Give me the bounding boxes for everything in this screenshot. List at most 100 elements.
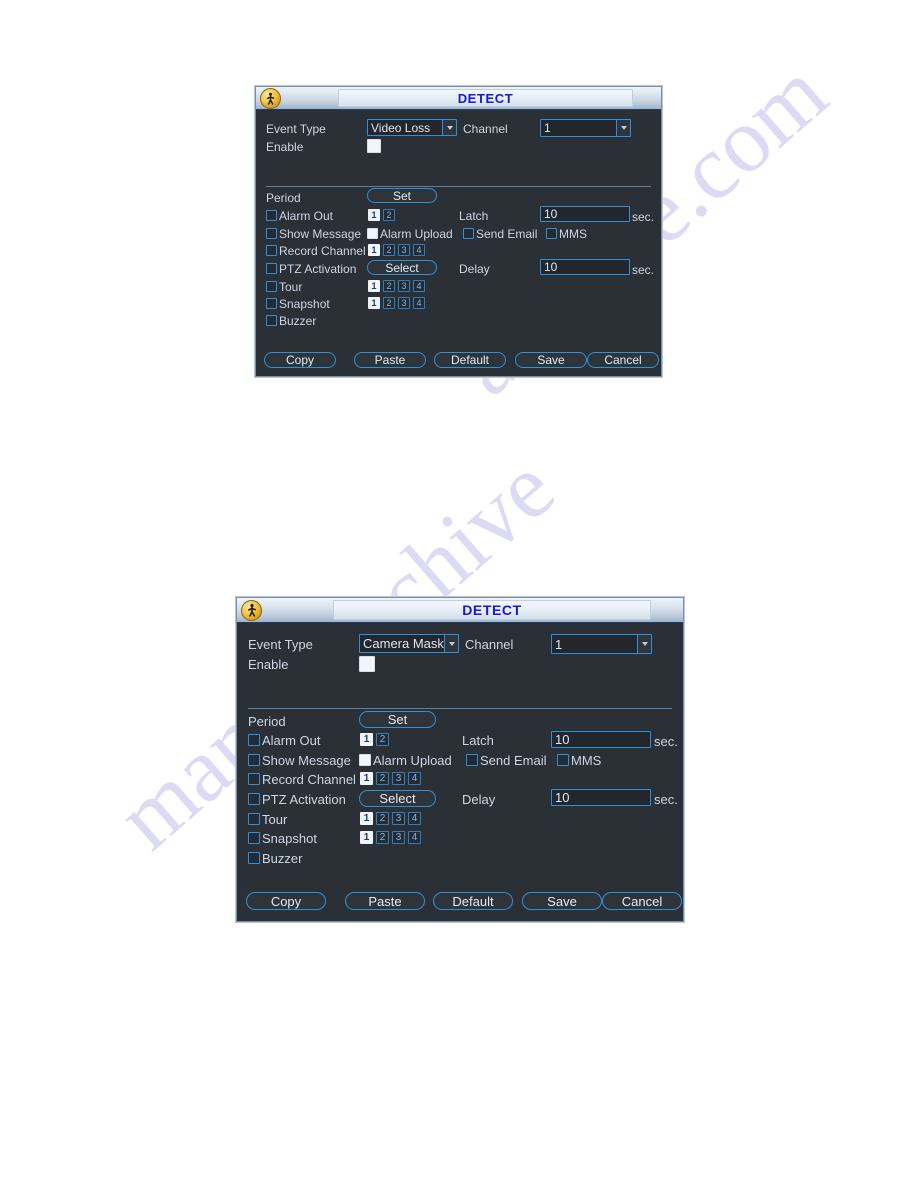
enable-checkbox[interactable]	[359, 656, 375, 672]
channel-dropdown[interactable]: 1	[540, 119, 631, 137]
buzzer-checkbox[interactable]	[248, 852, 260, 864]
record-channel-3[interactable]: 3	[398, 244, 410, 256]
tour-checkbox[interactable]	[266, 281, 277, 292]
walking-person-icon	[241, 599, 262, 621]
snapshot-channel-4[interactable]: 4	[408, 831, 421, 844]
snapshot-channel-1[interactable]: 1	[368, 297, 380, 309]
alarm-upload-label: Alarm Upload	[380, 227, 453, 241]
period-set-button[interactable]: Set	[359, 711, 436, 728]
dialog-body: Event Type Camera Maski Channel 1 Enable…	[237, 623, 683, 921]
snapshot-checkbox[interactable]	[266, 298, 277, 309]
channel-value: 1	[544, 121, 551, 135]
copy-button[interactable]: Copy	[246, 892, 326, 910]
enable-checkbox[interactable]	[367, 139, 381, 153]
tour-channel-3[interactable]: 3	[398, 280, 410, 292]
chevron-down-icon[interactable]	[444, 635, 458, 652]
snapshot-channel-2[interactable]: 2	[376, 831, 389, 844]
snapshot-channel-4[interactable]: 4	[413, 297, 425, 309]
paste-button[interactable]: Paste	[354, 352, 426, 368]
send-email-checkbox[interactable]	[463, 228, 474, 239]
delay-label: Delay	[462, 792, 496, 807]
default-button[interactable]: Default	[434, 352, 506, 368]
ptz-select-button[interactable]: Select	[367, 260, 437, 275]
tour-label: Tour	[262, 812, 288, 827]
paste-button[interactable]: Paste	[345, 892, 425, 910]
ptz-select-button[interactable]: Select	[359, 790, 436, 807]
event-type-label: Event Type	[248, 637, 313, 652]
tour-checkbox[interactable]	[248, 813, 260, 825]
delay-input[interactable]: 10	[551, 789, 651, 806]
alarm-out-channel-2[interactable]: 2	[376, 733, 389, 746]
mms-checkbox[interactable]	[557, 754, 569, 766]
save-button[interactable]: Save	[515, 352, 587, 368]
latch-unit-label: sec.	[632, 210, 655, 224]
event-type-dropdown[interactable]: Video Loss	[367, 119, 457, 136]
alarm-upload-checkbox[interactable]	[367, 228, 378, 239]
snapshot-checkbox[interactable]	[248, 832, 260, 844]
latch-label: Latch	[459, 209, 489, 223]
copy-button[interactable]: Copy	[264, 352, 336, 368]
delay-input[interactable]: 10	[540, 259, 630, 275]
tour-channel-1[interactable]: 1	[368, 280, 380, 292]
walking-person-icon	[260, 87, 281, 109]
tour-channel-4[interactable]: 4	[413, 280, 425, 292]
channel-label: Channel	[465, 637, 514, 652]
record-channel-checkbox[interactable]	[266, 245, 277, 256]
snapshot-channel-1[interactable]: 1	[360, 831, 373, 844]
tour-channel-1[interactable]: 1	[360, 812, 373, 825]
record-channel-checkbox[interactable]	[248, 773, 260, 785]
mms-label: MMS	[559, 227, 587, 241]
dialog-body: Event Type Video Loss Channel 1 Enable P…	[256, 110, 661, 376]
record-channel-1[interactable]: 1	[368, 244, 380, 256]
tour-channel-4[interactable]: 4	[408, 812, 421, 825]
default-button[interactable]: Default	[433, 892, 513, 910]
record-channel-4[interactable]: 4	[408, 772, 421, 785]
ptz-activation-label: PTZ Activation	[262, 792, 346, 807]
record-channel-3[interactable]: 3	[392, 772, 405, 785]
snapshot-channel-3[interactable]: 3	[392, 831, 405, 844]
period-set-button[interactable]: Set	[367, 188, 437, 203]
alarm-out-checkbox[interactable]	[248, 734, 260, 746]
tour-channel-2[interactable]: 2	[376, 812, 389, 825]
tour-label: Tour	[279, 280, 303, 294]
send-email-label: Send Email	[476, 227, 538, 241]
chevron-down-icon[interactable]	[616, 120, 630, 136]
alarm-out-channel-2[interactable]: 2	[383, 209, 395, 221]
cancel-button[interactable]: Cancel	[602, 892, 682, 910]
alarm-out-channel-1[interactable]: 1	[360, 733, 373, 746]
snapshot-channel-2[interactable]: 2	[383, 297, 395, 309]
tour-channel-3[interactable]: 3	[392, 812, 405, 825]
send-email-checkbox[interactable]	[466, 754, 478, 766]
channel-dropdown[interactable]: 1	[551, 634, 652, 654]
show-message-checkbox[interactable]	[248, 754, 260, 766]
latch-input[interactable]: 10	[540, 206, 630, 222]
alarm-out-channel-1[interactable]: 1	[368, 209, 380, 221]
chevron-down-icon[interactable]	[442, 120, 456, 135]
channel-value: 1	[555, 636, 563, 652]
period-label-text: Period	[248, 714, 286, 729]
record-channel-2[interactable]: 2	[383, 244, 395, 256]
event-type-label: Event Type	[266, 122, 326, 136]
snapshot-channel-3[interactable]: 3	[398, 297, 410, 309]
mms-checkbox[interactable]	[546, 228, 557, 239]
save-button[interactable]: Save	[522, 892, 602, 910]
latch-input[interactable]: 10	[551, 731, 651, 748]
ptz-activation-checkbox[interactable]	[248, 793, 260, 805]
section-divider	[248, 708, 672, 709]
ptz-activation-checkbox[interactable]	[266, 263, 277, 274]
record-channel-1[interactable]: 1	[360, 772, 373, 785]
delay-unit-label: sec.	[654, 792, 678, 807]
chevron-down-icon[interactable]	[637, 635, 651, 653]
alarm-out-checkbox[interactable]	[266, 210, 277, 221]
record-channel-4[interactable]: 4	[413, 244, 425, 256]
buzzer-checkbox[interactable]	[266, 315, 277, 326]
show-message-checkbox[interactable]	[266, 228, 277, 239]
event-type-dropdown[interactable]: Camera Maski	[359, 634, 459, 653]
alarm-upload-checkbox[interactable]	[359, 754, 371, 766]
send-email-label: Send Email	[480, 753, 547, 768]
show-message-label: Show Message	[262, 753, 351, 768]
cancel-button[interactable]: Cancel	[587, 352, 659, 368]
tour-channel-2[interactable]: 2	[383, 280, 395, 292]
snapshot-label: Snapshot	[279, 297, 330, 311]
record-channel-2[interactable]: 2	[376, 772, 389, 785]
